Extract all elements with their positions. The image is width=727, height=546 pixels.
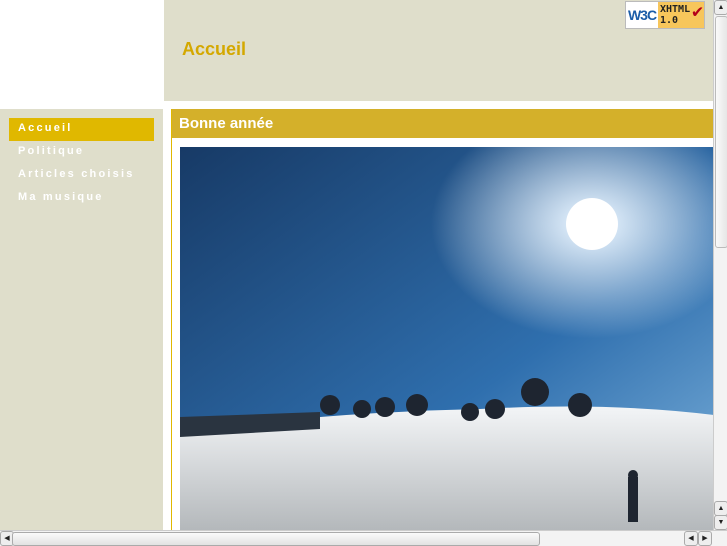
w3c-xhtml-badge[interactable]: W3C XHTML 1.0 ✔ <box>625 1 705 29</box>
sidebar-item-articles-choisis[interactable]: Articles choisis <box>9 164 154 187</box>
horizontal-scroll-thumb[interactable] <box>12 532 540 546</box>
w3c-logo: W3C <box>626 2 658 28</box>
check-icon: ✔ <box>692 1 703 22</box>
scroll-up-button[interactable]: ▲ <box>714 0 727 15</box>
content-panel: Bonne année <box>171 109 714 530</box>
vertical-scrollbar[interactable]: ▲ ▲ ▼ <box>713 0 727 530</box>
header-left-blank <box>0 0 163 101</box>
xhtml-version: 1.0 <box>660 15 679 26</box>
header: Accueil W3C XHTML 1.0 ✔ <box>164 0 713 101</box>
sidebar: Accueil Politique Articles choisis Ma mu… <box>0 109 163 530</box>
sidebar-item-politique[interactable]: Politique <box>9 141 154 164</box>
scroll-left-button-right[interactable]: ◀ <box>684 531 698 546</box>
horizontal-scrollbar[interactable]: ◀ ◀ ▶ <box>0 530 727 546</box>
sidebar-item-ma-musique[interactable]: Ma musique <box>9 187 154 210</box>
article-title: Bonne année <box>172 109 714 138</box>
sidebar-nav: Accueil Politique Articles choisis Ma mu… <box>9 118 154 210</box>
xhtml-text: XHTML <box>660 4 691 15</box>
scroll-right-button[interactable]: ▶ <box>698 531 712 546</box>
xhtml-label: XHTML 1.0 ✔ <box>658 2 704 28</box>
sidebar-item-accueil[interactable]: Accueil <box>9 118 154 141</box>
vertical-scroll-thumb[interactable] <box>715 16 727 248</box>
scroll-up-button-bottom[interactable]: ▲ <box>714 501 727 516</box>
scroll-down-button[interactable]: ▼ <box>714 515 727 530</box>
page-title: Accueil <box>182 39 247 59</box>
snow-landscape-photo <box>180 147 714 530</box>
